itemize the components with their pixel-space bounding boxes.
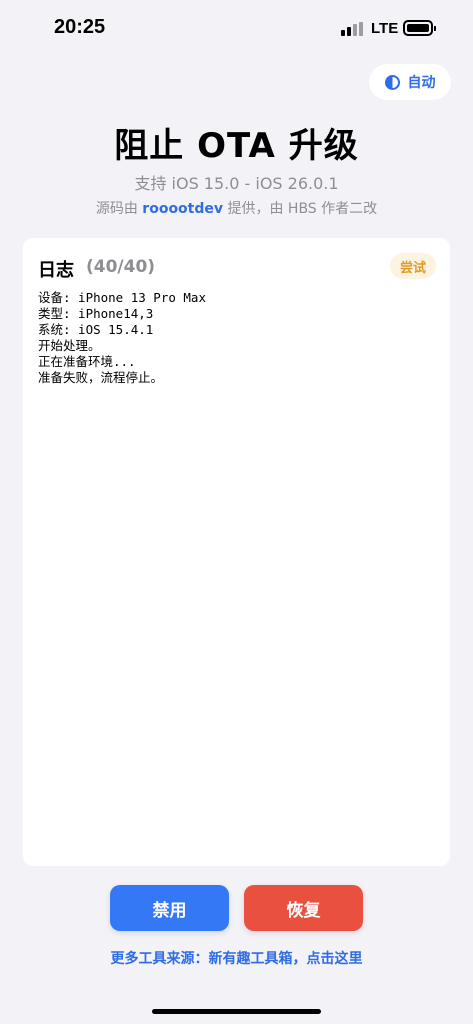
log-line: 系统: iOS 15.4.1 — [38, 322, 154, 337]
more-tools-link[interactable]: 更多工具来源：新有趣工具箱，点击这里 — [0, 948, 473, 968]
log-card: 日志 (40/40) 尝试 设备: iPhone 13 Pro Max 类型: … — [23, 238, 450, 866]
credits-prefix: 源码由 — [95, 201, 143, 217]
signal-icon — [341, 22, 363, 36]
log-title: 日志 — [38, 260, 74, 281]
subtitle: 支持 iOS 15.0 - iOS 26.0.1 — [134, 174, 339, 193]
log-body: 设备: iPhone 13 Pro Max 类型: iPhone14,3 系统:… — [38, 290, 435, 386]
home-indicator[interactable] — [152, 1009, 321, 1014]
log-line: 正在准备环境... — [38, 354, 136, 369]
theme-label: 自动 — [407, 75, 436, 91]
page-title: 阻止 OTA 升级 — [114, 126, 359, 166]
disable-button[interactable]: 禁用 — [110, 885, 229, 931]
author-link[interactable]: roooot​dev — [142, 201, 223, 217]
try-badge[interactable]: 尝试 — [390, 253, 436, 279]
screen: 20:25 LTE 自动 阻止 OTA 升级 支持 iOS 15.0 - iOS… — [0, 0, 473, 1024]
log-line: 类型: iPhone14,3 — [38, 306, 154, 321]
log-count: (40/40) — [86, 257, 156, 277]
log-line: 设备: iPhone 13 Pro Max — [38, 290, 206, 305]
credits: 源码由 roooot​dev 提供，由 HBS 作者二改 — [0, 198, 473, 218]
network-label: LTE — [371, 20, 399, 37]
contrast-icon — [384, 74, 400, 90]
credits-suffix: 提供，由 HBS 作者二改 — [223, 201, 378, 217]
log-line: 准备失败，流程停止。 — [38, 370, 164, 385]
status-bar: 20:25 LTE — [0, 0, 473, 58]
theme-toggle-button[interactable]: 自动 — [369, 64, 451, 100]
restore-button[interactable]: 恢复 — [244, 885, 363, 931]
battery-icon — [403, 20, 436, 36]
status-time: 20:25 — [54, 16, 106, 38]
log-line: 开始处理。 — [38, 338, 101, 353]
